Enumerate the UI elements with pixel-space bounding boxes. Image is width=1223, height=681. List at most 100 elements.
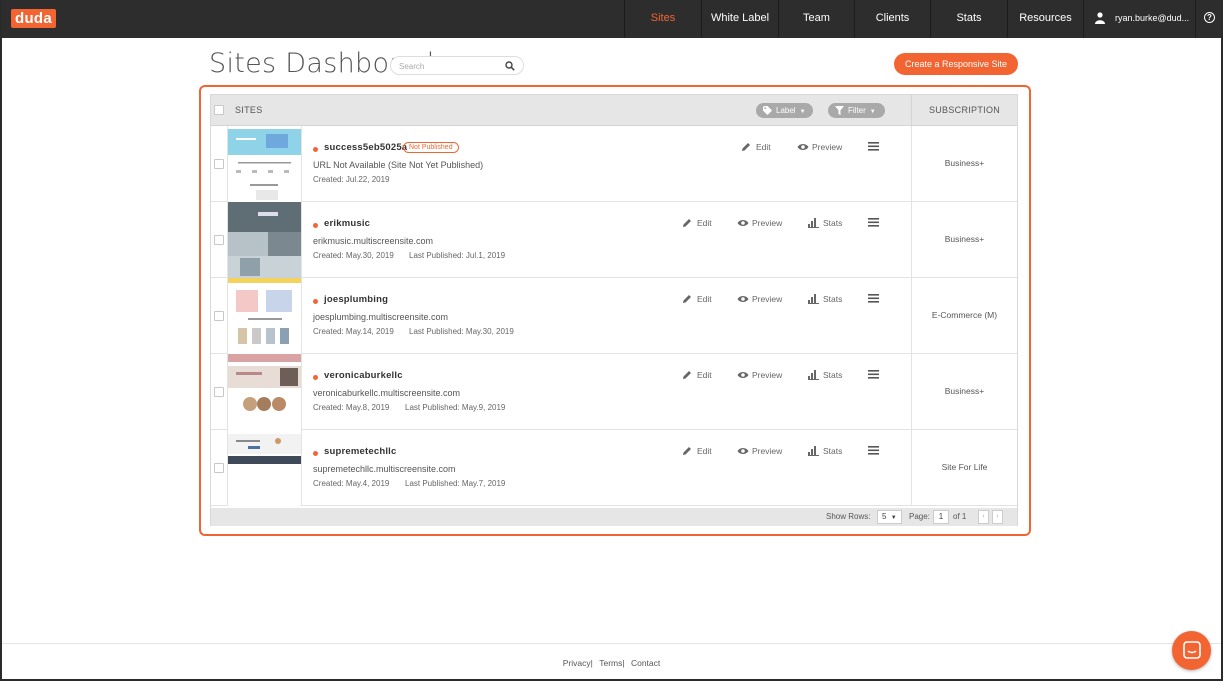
rows-per-page-value: 5	[882, 512, 887, 521]
site-created-date: Created: May.4, 2019	[313, 479, 390, 488]
site-last-published: Last Published: May.30, 2019	[409, 327, 514, 336]
show-rows-label: Show Rows:	[826, 512, 871, 521]
site-name[interactable]: success5eb5025a	[324, 142, 407, 153]
privacy-link[interactable]: Privacy	[563, 658, 591, 668]
stats-label: Stats	[823, 446, 843, 456]
page-label: Page:	[909, 512, 930, 521]
pencil-icon	[742, 143, 750, 151]
rows-per-page-select[interactable]: 5 ▼	[877, 510, 902, 524]
column-header-sites: SITES	[235, 105, 263, 115]
eye-icon	[737, 448, 749, 454]
site-thumbnail[interactable]	[227, 354, 302, 430]
footer-divider	[2, 643, 1221, 644]
nav-item-resources[interactable]: Resources	[1007, 0, 1083, 38]
nav-item-white-label[interactable]: White Label	[701, 0, 778, 38]
tag-icon	[763, 106, 772, 115]
status-dot	[313, 223, 318, 228]
page-input[interactable]: 1	[933, 510, 949, 524]
eye-icon	[737, 372, 749, 378]
hamburger-menu-icon[interactable]	[868, 142, 879, 151]
site-thumbnail-image	[228, 278, 301, 354]
site-last-published: Last Published: May.9, 2019	[405, 403, 506, 412]
pencil-icon	[683, 295, 691, 303]
site-name[interactable]: joesplumbing	[324, 294, 388, 305]
hamburger-menu-icon[interactable]	[868, 370, 879, 379]
footer-separator: |	[590, 658, 593, 668]
next-page-button[interactable]: ›	[992, 510, 1003, 524]
row-checkbox[interactable]	[214, 387, 224, 397]
table-row[interactable]: joesplumbing joesplumbing.multiscreensit…	[211, 278, 1017, 354]
site-created-date: Created: May.14, 2019	[313, 327, 394, 336]
pencil-icon	[683, 447, 691, 455]
status-dot	[313, 299, 318, 304]
site-url: joesplumbing.multiscreensite.com	[313, 312, 449, 322]
chevron-down-icon: ▼	[869, 109, 876, 115]
filter-icon	[835, 106, 844, 115]
table-pagination: Show Rows: 5 ▼ Page: 1 of 1 ‹ ›	[211, 508, 1017, 526]
filter-text: Filter	[848, 106, 866, 115]
chevron-down-icon: ▼	[890, 515, 897, 521]
nav-item-clients[interactable]: Clients	[854, 0, 930, 38]
table-row[interactable]: erikmusic erikmusic.multiscreensite.com …	[211, 202, 1017, 278]
site-thumbnail[interactable]	[227, 202, 302, 278]
row-checkbox[interactable]	[214, 311, 224, 321]
table-row[interactable]: success5eb5025a Not Published URL Not Av…	[211, 126, 1017, 202]
edit-label: Edit	[697, 370, 712, 380]
site-thumbnail-image	[228, 126, 301, 202]
prev-page-button[interactable]: ‹	[978, 510, 989, 524]
user-icon	[1095, 12, 1105, 24]
hamburger-menu-icon[interactable]	[868, 218, 879, 227]
site-thumbnail[interactable]	[227, 430, 302, 506]
site-thumbnail[interactable]	[227, 126, 302, 202]
row-checkbox[interactable]	[214, 463, 224, 473]
nav-item-sites[interactable]: Sites	[624, 0, 701, 38]
site-created-date: Created: May.8, 2019	[313, 403, 390, 412]
hamburger-menu-icon[interactable]	[868, 446, 879, 455]
search-box[interactable]	[390, 56, 524, 75]
help-button[interactable]: ?	[1195, 0, 1221, 38]
filter-button[interactable]: Filter ▼	[828, 103, 885, 118]
site-name[interactable]: erikmusic	[324, 218, 370, 229]
site-thumbnail-image	[228, 430, 301, 506]
site-created-date: Created: Jul.22, 2019	[313, 175, 390, 184]
site-name[interactable]: veronicaburkellc	[324, 370, 403, 381]
edit-label: Edit	[697, 446, 712, 456]
site-name[interactable]: supremetechllc	[324, 446, 397, 457]
contact-link[interactable]: Contact	[631, 658, 660, 668]
column-header-subscription: SUBSCRIPTION	[911, 95, 1017, 126]
duda-logo[interactable]: duda	[11, 9, 57, 28]
user-menu[interactable]: ryan.burke@dud...	[1083, 0, 1195, 38]
table-row[interactable]: supremetechllc supremetechllc.multiscree…	[211, 430, 1017, 506]
preview-label: Preview	[752, 294, 783, 304]
subscription-cell: Site For Life	[911, 430, 1017, 506]
label-filter-button[interactable]: Label ▼	[756, 103, 813, 118]
eye-icon	[737, 296, 749, 302]
site-url: erikmusic.multiscreensite.com	[313, 236, 434, 246]
hamburger-menu-icon[interactable]	[868, 294, 879, 303]
preview-label: Preview	[752, 446, 783, 456]
create-site-button[interactable]: Create a Responsive Site	[894, 53, 1018, 75]
edit-label: Edit	[697, 218, 712, 228]
edit-label: Edit	[697, 294, 712, 304]
edit-label: Edit	[756, 142, 771, 152]
row-checkbox[interactable]	[214, 159, 224, 169]
select-all-checkbox[interactable]	[214, 105, 224, 115]
site-created-date: Created: May.30, 2019	[313, 251, 394, 260]
bar-chart-icon	[808, 294, 819, 304]
stats-label: Stats	[823, 218, 843, 228]
footer-separator: |	[622, 658, 625, 668]
site-thumbnail[interactable]	[227, 278, 302, 354]
search-input[interactable]	[399, 60, 499, 72]
table-row[interactable]: veronicaburkellc veronicaburkellc.multis…	[211, 354, 1017, 430]
help-icon: ?	[1204, 12, 1215, 23]
terms-link[interactable]: Terms	[599, 658, 622, 668]
preview-label: Preview	[752, 218, 783, 228]
chat-launcher-button[interactable]	[1172, 631, 1211, 670]
nav-item-team[interactable]: Team	[778, 0, 854, 38]
pencil-icon	[683, 371, 691, 379]
nav-item-stats[interactable]: Stats	[930, 0, 1007, 38]
subscription-cell: Business+	[911, 354, 1017, 430]
site-last-published: Last Published: Jul.1, 2019	[409, 251, 506, 260]
row-checkbox[interactable]	[214, 235, 224, 245]
search-icon[interactable]	[505, 61, 515, 71]
